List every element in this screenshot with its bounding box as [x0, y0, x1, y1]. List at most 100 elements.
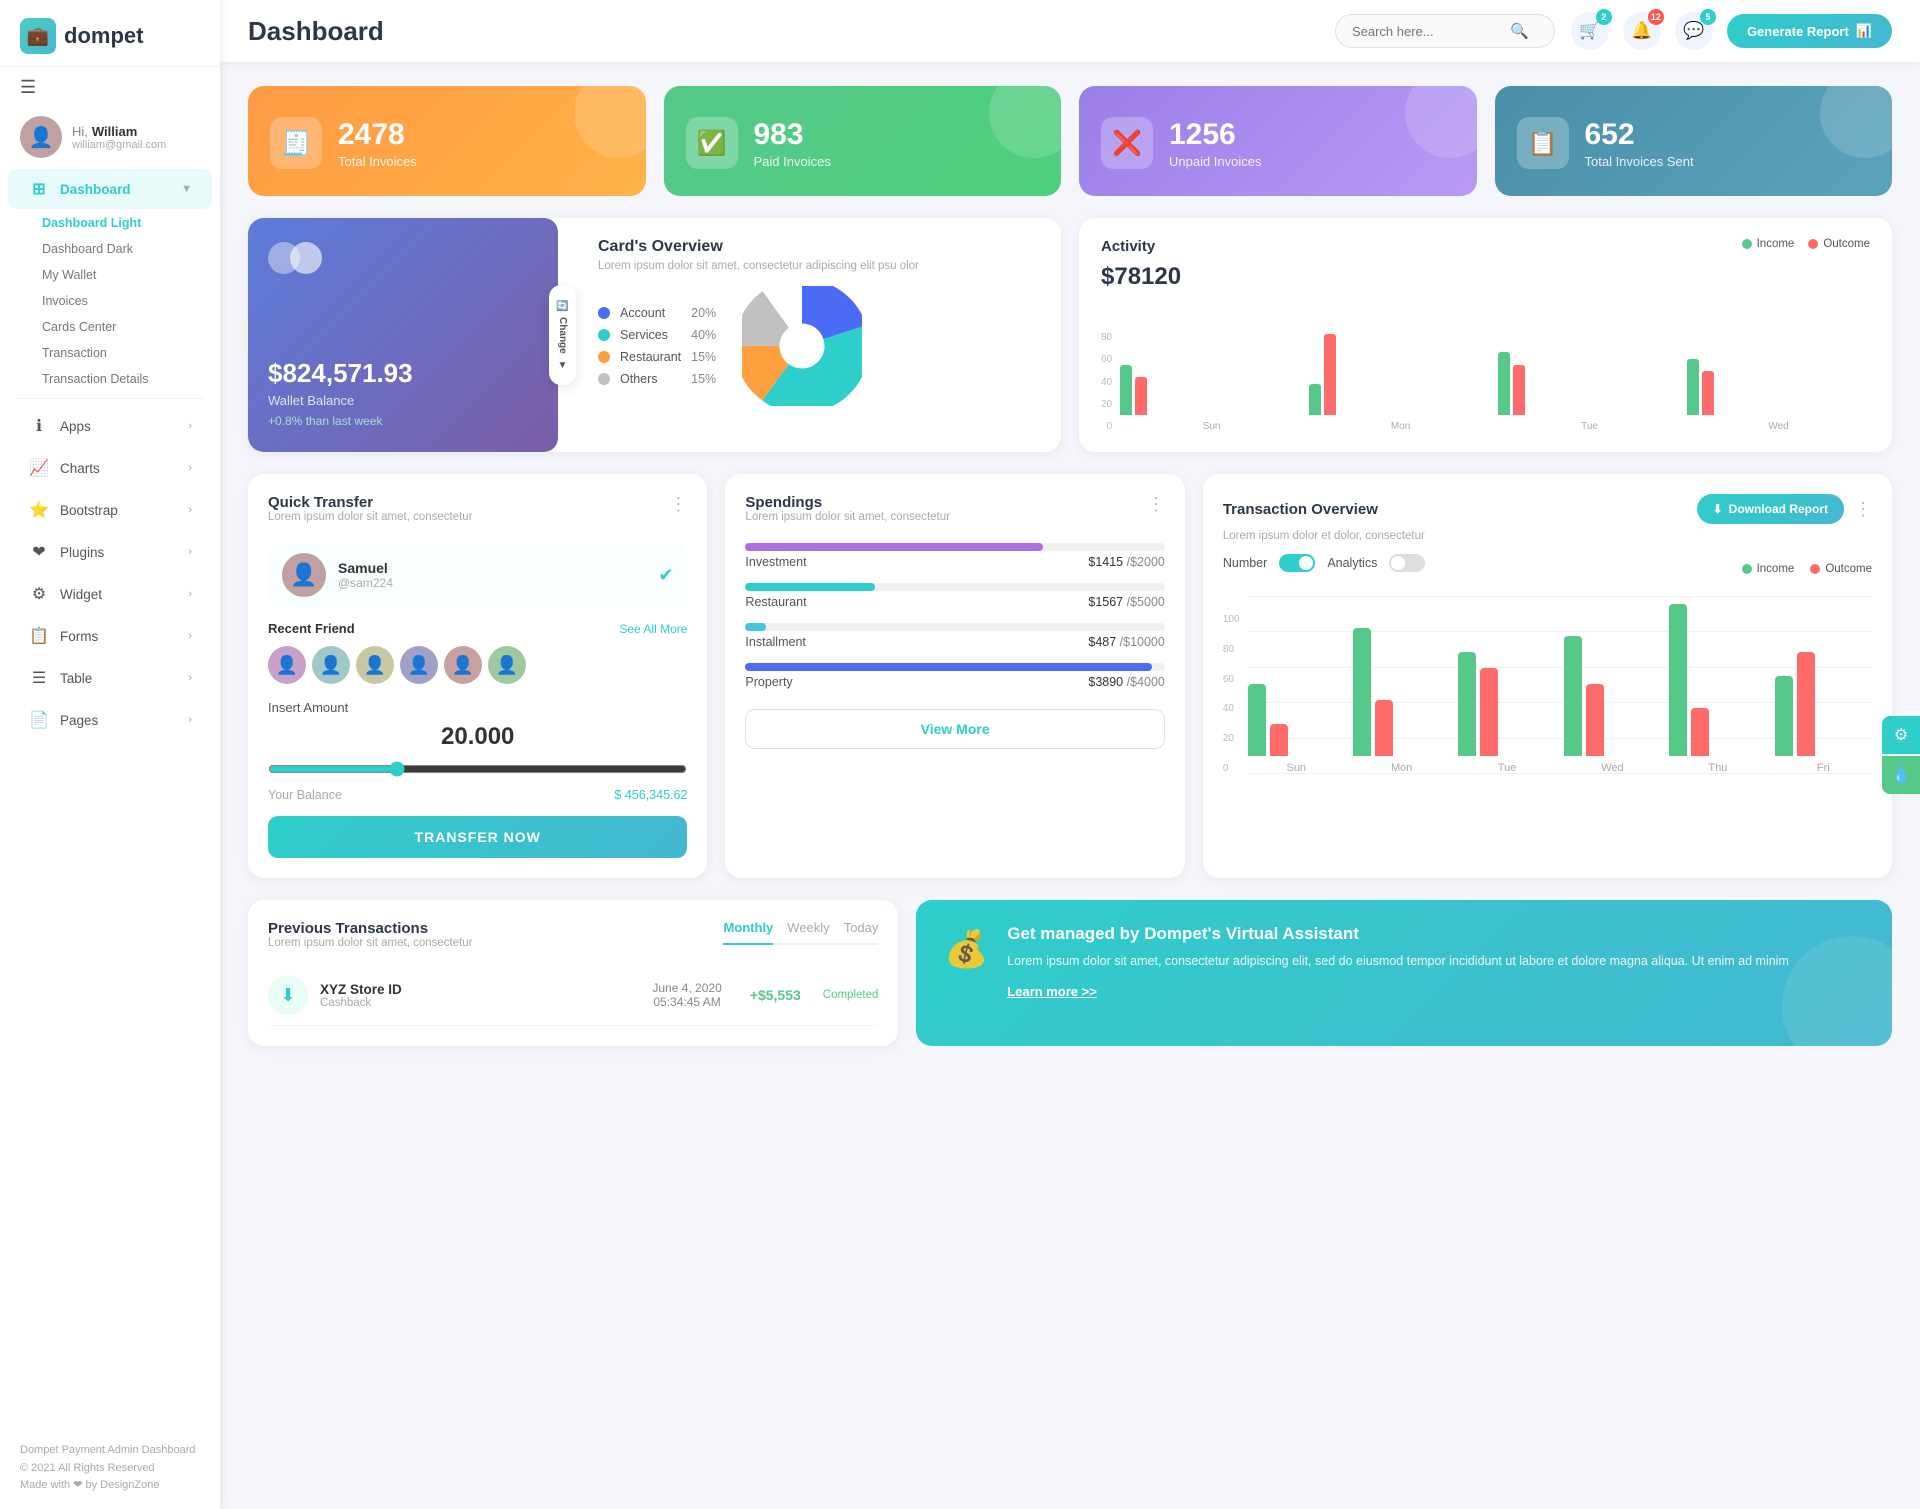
chevron-right-icon: ›: [188, 504, 192, 516]
tab-weekly[interactable]: Weekly: [787, 920, 829, 945]
chevron-right-icon: ›: [188, 420, 192, 432]
search-input[interactable]: [1352, 24, 1502, 39]
bar-group-tue: [1498, 352, 1681, 415]
sub-item-invoices[interactable]: Invoices: [42, 288, 220, 314]
see-all-link[interactable]: See All More: [619, 622, 687, 636]
change-label: Change: [557, 317, 568, 354]
friend-avatar[interactable]: 👤: [444, 646, 482, 684]
spending-item: Property $3890 /$4000: [745, 663, 1164, 689]
bar-income: [1309, 384, 1321, 415]
txn-bar-outcome: [1480, 668, 1498, 756]
settings-button[interactable]: ⚙: [1882, 716, 1920, 754]
sidebar-item-table[interactable]: ☰ Table ›: [8, 658, 212, 698]
sidebar-item-charts[interactable]: 📈 Charts ›: [8, 448, 212, 488]
others-label: Others: [620, 372, 681, 386]
bell-button[interactable]: 🔔 12: [1623, 12, 1661, 50]
change-card-button[interactable]: 🔄 Change ▼: [549, 285, 576, 385]
services-dot: [598, 329, 610, 341]
sidebar-item-apps[interactable]: ℹ Apps ›: [8, 406, 212, 446]
balance-amount: $ 456,345.62: [614, 788, 687, 802]
txn-overview-menu-button[interactable]: ⋮: [1854, 499, 1872, 520]
pie-chart: [742, 286, 872, 406]
search-icon: 🔍: [1510, 22, 1529, 40]
sidebar-item-dashboard[interactable]: ⊞ Dashboard ▼: [8, 169, 212, 209]
balance-label: Your Balance: [268, 788, 342, 802]
friend-avatar[interactable]: 👤: [356, 646, 394, 684]
wallet-amount: $824,571.93: [268, 358, 538, 389]
view-more-button[interactable]: View More: [745, 709, 1164, 749]
chat-button[interactable]: 💬 5: [1675, 12, 1713, 50]
txn-bar-outcome: [1270, 724, 1288, 756]
stat-card-sent: 📋 652 Total Invoices Sent: [1495, 86, 1893, 196]
chevron-right-icon: ›: [188, 546, 192, 558]
friend-avatar[interactable]: 👤: [400, 646, 438, 684]
transfer-now-button[interactable]: TRANSFER NOW: [268, 816, 687, 858]
check-icon: ✔: [658, 565, 673, 586]
tab-monthly[interactable]: Monthly: [723, 920, 773, 945]
sub-item-dashboard-light[interactable]: Dashboard Light: [42, 210, 220, 236]
balance-row: Your Balance $ 456,345.62: [268, 788, 687, 802]
bar-group: [1564, 636, 1661, 756]
sub-item-cards-center[interactable]: Cards Center: [42, 314, 220, 340]
generate-report-button[interactable]: Generate Report 📊: [1727, 14, 1892, 48]
spending-item: Investment $1415 /$2000: [745, 543, 1164, 569]
footer-made-with: Made with ❤ by DesignZone: [20, 1477, 200, 1495]
va-icon: 💰: [944, 928, 989, 970]
theme-button[interactable]: 💧: [1882, 756, 1920, 794]
spendings-menu-button[interactable]: ⋮: [1147, 494, 1165, 515]
chevron-right-icon: ›: [188, 462, 192, 474]
sub-item-transaction[interactable]: Transaction: [42, 340, 220, 366]
sidebar-item-plugins[interactable]: ❤ Plugins ›: [8, 532, 212, 572]
sidebar-item-pages[interactable]: 📄 Pages ›: [8, 700, 212, 740]
bar-outcome: [1513, 365, 1525, 415]
friend-avatar[interactable]: 👤: [488, 646, 526, 684]
stat-icon-unpaid: ❌: [1101, 117, 1153, 169]
sub-item-dashboard-dark[interactable]: Dashboard Dark: [42, 236, 220, 262]
friend-avatar[interactable]: 👤: [268, 646, 306, 684]
stat-number-sent: 652: [1585, 118, 1694, 151]
bar-chart-inner: [1120, 315, 1870, 415]
wallet-label: Wallet Balance: [268, 393, 538, 408]
sidebar-item-forms[interactable]: 📋 Forms ›: [8, 616, 212, 656]
card-overview-title: Card's Overview: [598, 238, 1041, 256]
sub-item-transaction-details[interactable]: Transaction Details: [42, 366, 220, 392]
spendings-subtitle: Lorem ipsum dolor sit amet, consectetur: [745, 511, 950, 523]
income-legend-label: Income: [1757, 238, 1795, 250]
amount-slider[interactable]: [268, 761, 687, 777]
stat-label-total: Total Invoices: [338, 154, 417, 169]
chevron-right-icon: ›: [188, 714, 192, 726]
download-icon: ⬇: [1713, 502, 1723, 516]
toggle-analytics-label: Analytics: [1327, 556, 1377, 570]
wallet-logo: [268, 242, 538, 274]
sidebar-item-bootstrap[interactable]: ⭐ Bootstrap ›: [8, 490, 212, 530]
sidebar-item-label: Dashboard: [60, 182, 171, 197]
toggle-analytics[interactable]: [1389, 554, 1425, 572]
income-legend-dot: [1742, 239, 1752, 249]
insert-amount-label: Insert Amount: [268, 700, 687, 715]
hamburger-icon[interactable]: ☰: [20, 77, 36, 98]
friend-avatar[interactable]: 👤: [312, 646, 350, 684]
txn-bar-chart: 100 80 60 40 20 0: [1223, 596, 1872, 774]
activity-title: Activity: [1101, 238, 1155, 255]
txn-bar-outcome: [1797, 652, 1815, 756]
transaction-overview-card: Transaction Overview ⬇ Download Report ⋮…: [1203, 474, 1892, 878]
sidebar-item-widget[interactable]: ⚙ Widget ›: [8, 574, 212, 614]
va-learn-more-link[interactable]: Learn more >>: [1007, 984, 1097, 999]
outcome-label: Outcome: [1825, 563, 1872, 575]
logo-icon: 💼: [20, 18, 56, 54]
quick-transfer-menu-button[interactable]: ⋮: [669, 494, 687, 515]
tab-today[interactable]: Today: [844, 920, 879, 945]
download-report-button[interactable]: ⬇ Download Report: [1697, 494, 1844, 524]
toggle-number[interactable]: [1279, 554, 1315, 572]
activity-amount: $78120: [1101, 263, 1870, 291]
bar-group-mon: [1309, 334, 1492, 415]
sub-item-my-wallet[interactable]: My Wallet: [42, 262, 220, 288]
txn-status: Completed: [823, 989, 879, 1001]
cart-button[interactable]: 🛒 2: [1571, 12, 1609, 50]
txn-bar-income: [1669, 604, 1687, 756]
txn-subtitle: Lorem ipsum dolor et dolor, consectetur: [1223, 530, 1872, 542]
bell-badge: 12: [1648, 9, 1664, 25]
view-more-label: View More: [921, 721, 990, 737]
stat-number-paid: 983: [754, 118, 831, 151]
toggle-knob: [1299, 556, 1313, 570]
